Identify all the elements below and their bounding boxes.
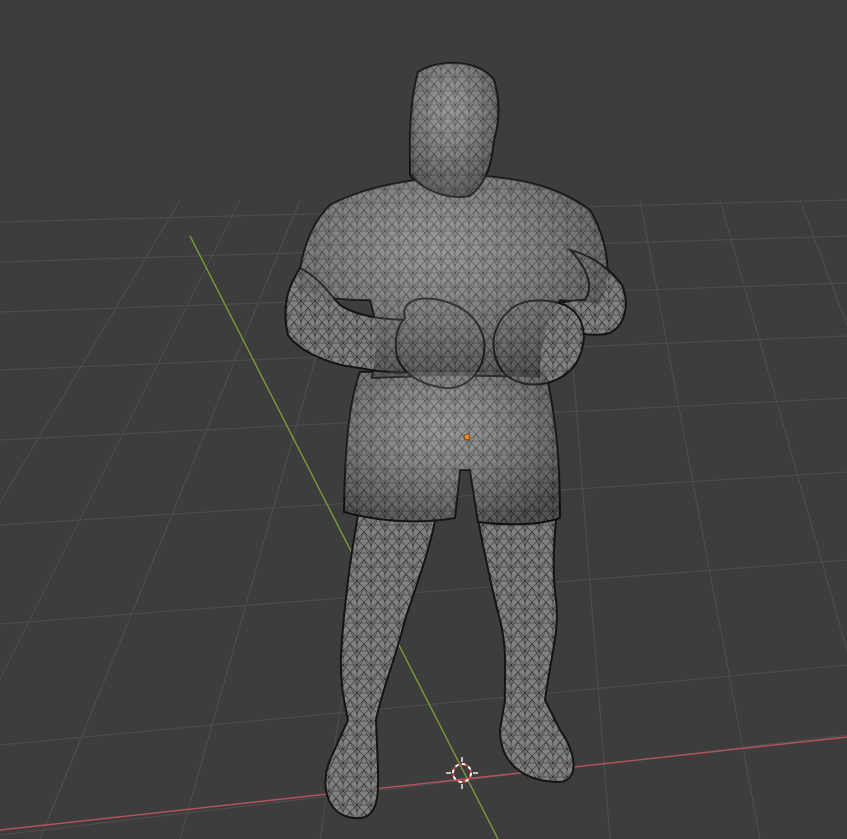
- mesh-left-leg: [324, 514, 438, 820]
- mesh-shading: [298, 62, 608, 525]
- object-origin-icon[interactable]: [463, 433, 471, 441]
- 3d-viewport[interactable]: [0, 0, 847, 839]
- 3d-cursor-icon[interactable]: [446, 757, 478, 789]
- x-axis-line: [0, 736, 847, 831]
- mesh-right-leg: [476, 519, 575, 784]
- viewport-canvas[interactable]: [0, 0, 847, 839]
